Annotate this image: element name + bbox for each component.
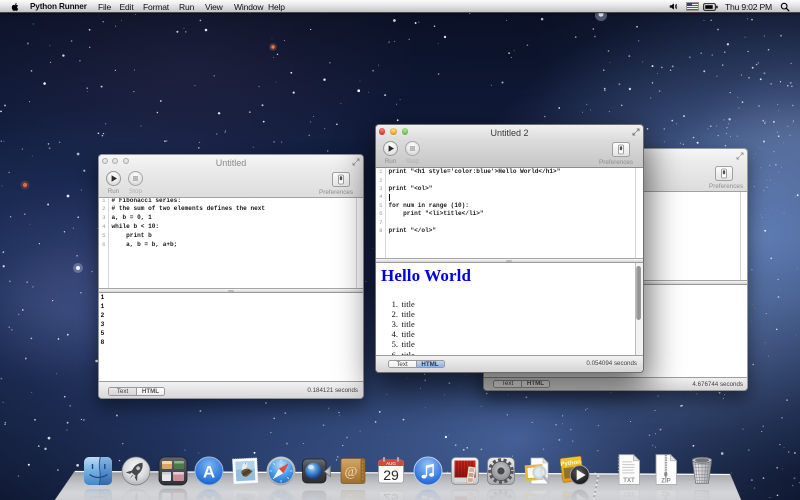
svg-text:ZIP: ZIP: [661, 489, 670, 495]
svg-text:TXT: TXT: [623, 478, 635, 484]
svg-text:ZIP: ZIP: [661, 479, 670, 485]
svg-text:TXT: TXT: [623, 490, 635, 496]
svg-text:A: A: [203, 463, 215, 482]
svg-text:@: @: [345, 465, 358, 480]
svg-text:A: A: [203, 493, 215, 500]
svg-text:AUG: AUG: [386, 461, 396, 466]
svg-text:29: 29: [383, 491, 399, 500]
svg-text:29: 29: [383, 467, 399, 483]
svg-text:@: @: [345, 494, 358, 500]
